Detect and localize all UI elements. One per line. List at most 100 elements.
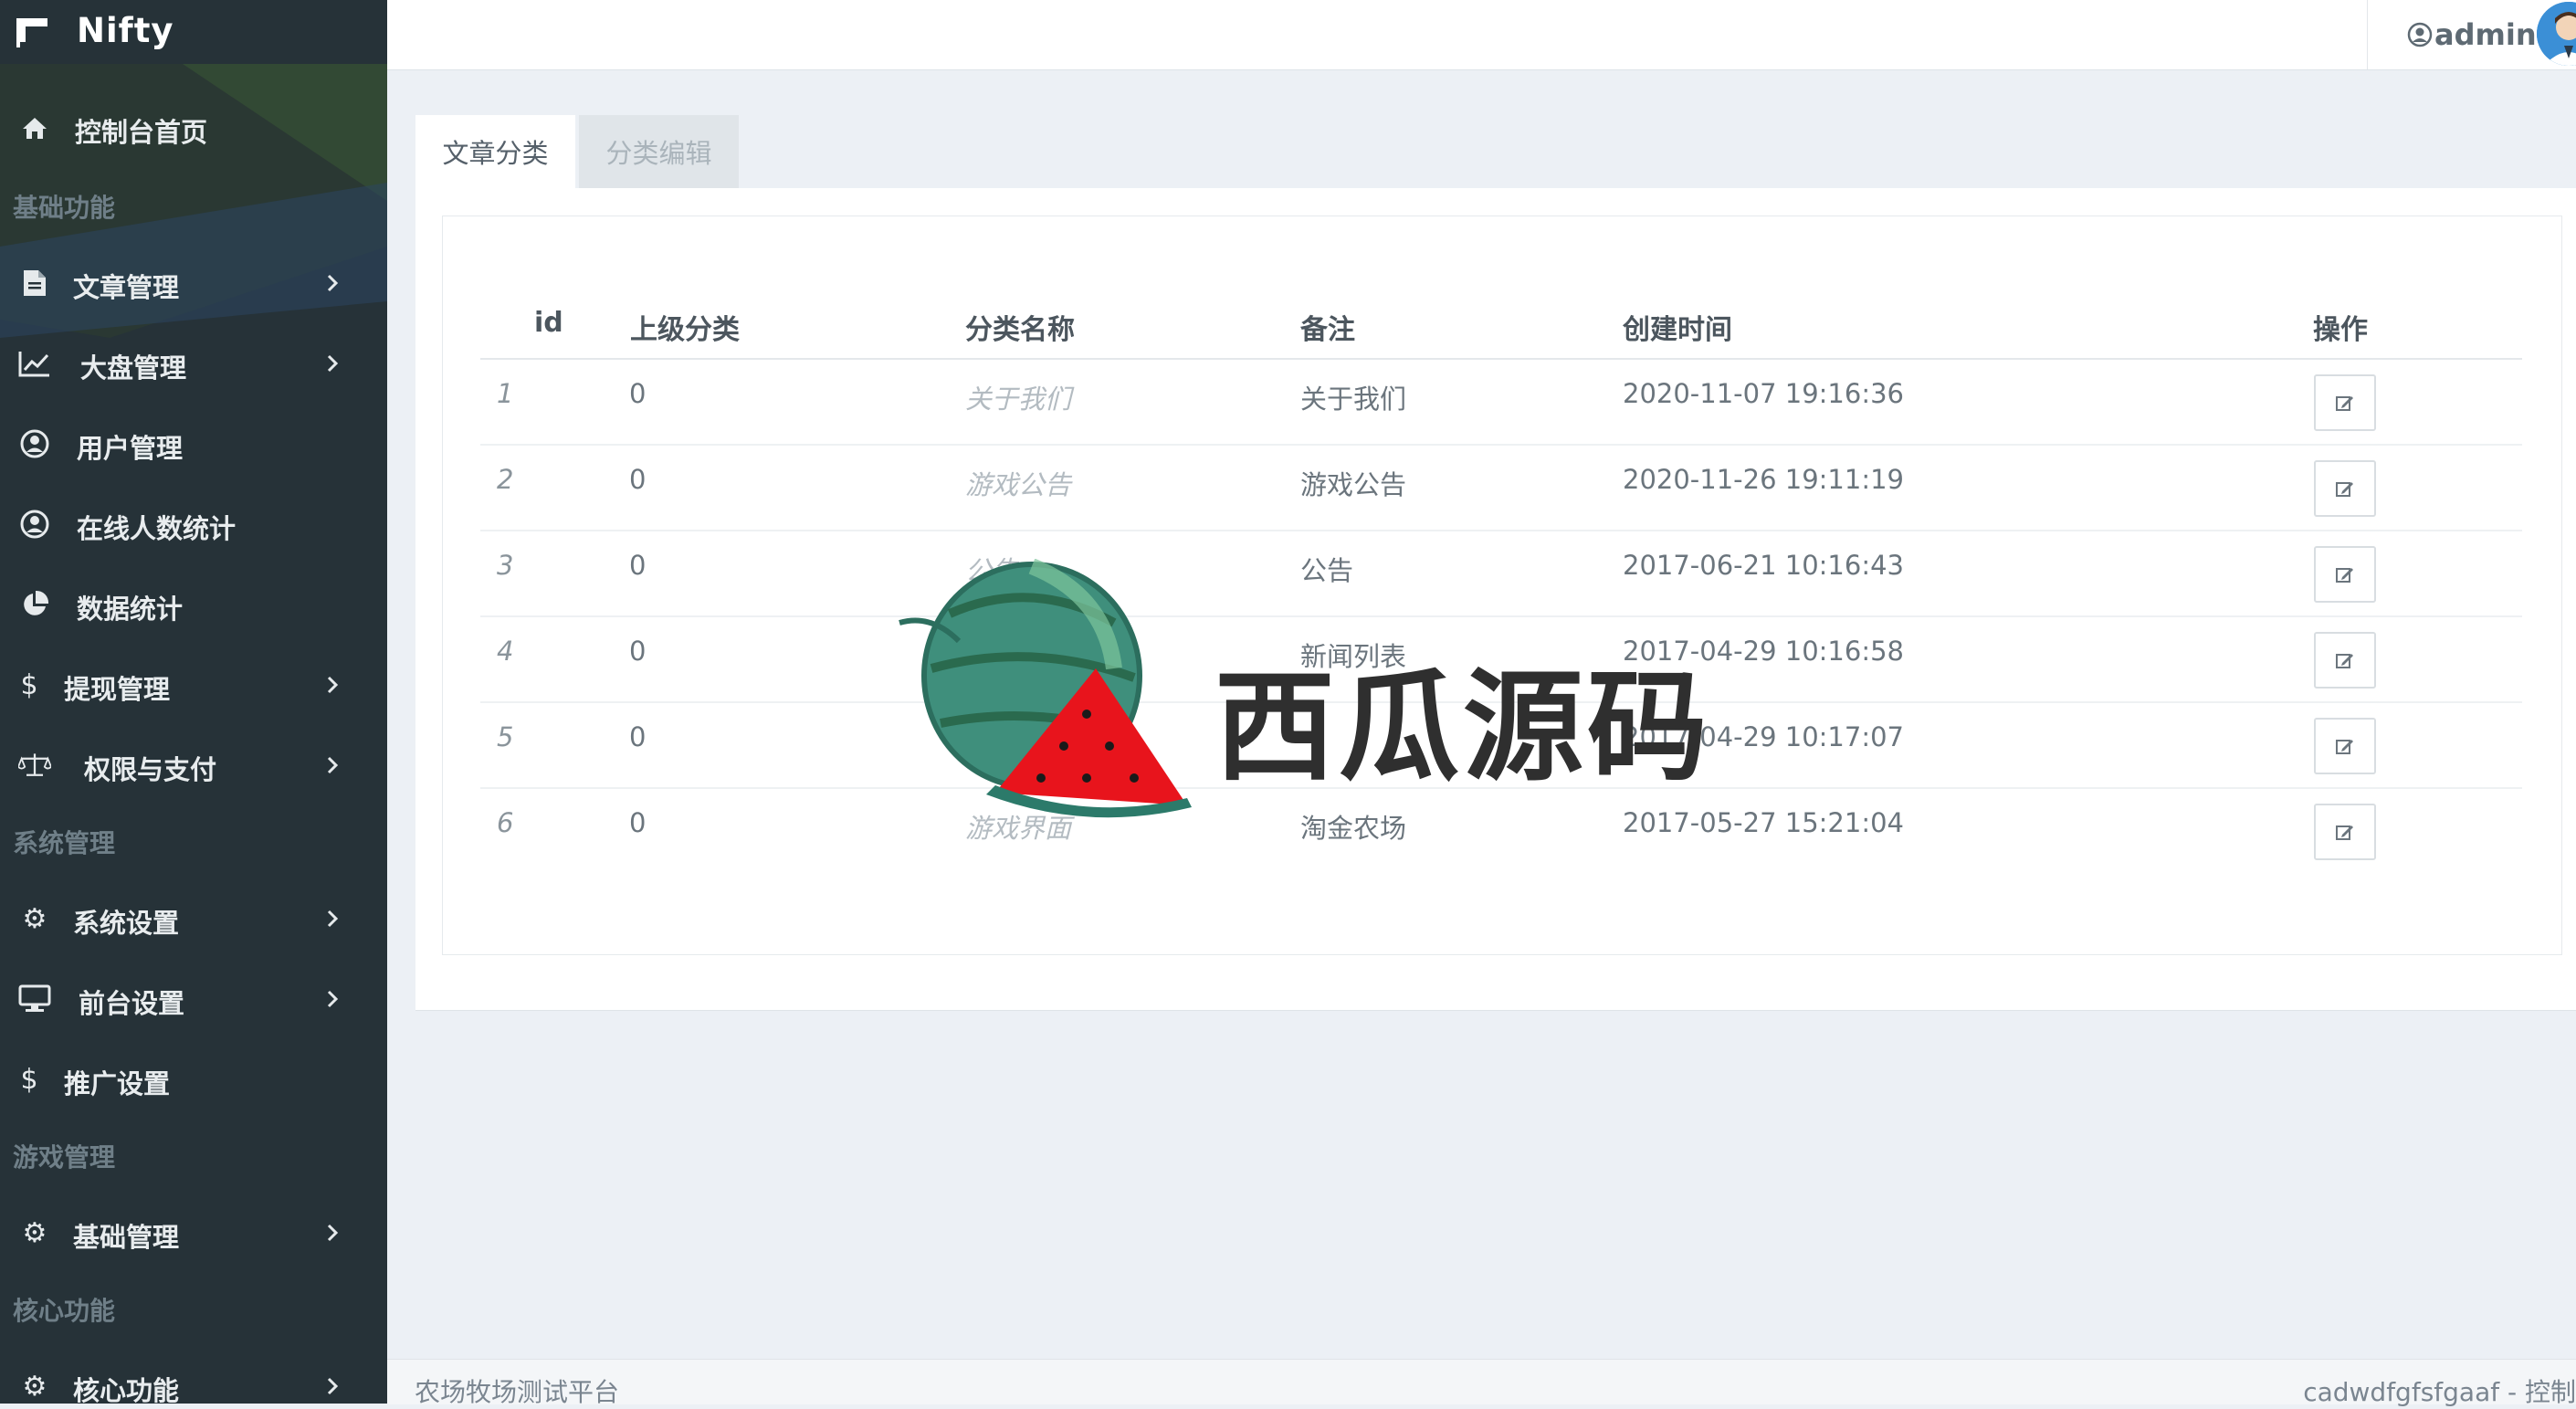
cell-id: 6 bbox=[497, 807, 514, 838]
tab-category-edit[interactable]: 分类编辑 bbox=[579, 115, 739, 188]
column-header-name: 分类名称 bbox=[965, 314, 1075, 346]
sidebar-item-label: 提现管理 bbox=[64, 674, 171, 705]
cell-created: 2020-11-26 19:11:19 bbox=[1623, 464, 1904, 495]
sidebar-item-system-settings[interactable]: ⚙ 系统设置 bbox=[0, 882, 387, 955]
desktop-icon bbox=[18, 983, 51, 1015]
cell-created: 2017-05-27 15:21:04 bbox=[1623, 807, 1904, 838]
gear-icon: ⚙ bbox=[22, 902, 47, 935]
gear-icon: ⚙ bbox=[22, 1216, 47, 1249]
sidebar-item-users[interactable]: 用户管理 bbox=[0, 407, 387, 480]
chart-line-icon bbox=[18, 347, 51, 380]
sidebar-item-articles[interactable]: 文章管理 bbox=[0, 247, 387, 320]
tab-article-categories[interactable]: 文章分类 bbox=[415, 115, 575, 188]
sidebar-item-label: 推广设置 bbox=[64, 1068, 171, 1099]
column-header-id: id bbox=[534, 307, 563, 339]
brand-logo-icon bbox=[16, 18, 47, 47]
sidebar-item-label: 数据统计 bbox=[77, 594, 184, 625]
column-header-parent: 上级分类 bbox=[630, 314, 740, 346]
cell-remark: 关于我们 bbox=[1300, 384, 1407, 415]
chevron-right-icon bbox=[327, 756, 339, 774]
sidebar-section-system: 系统管理 bbox=[13, 828, 116, 858]
user-name: admin bbox=[2434, 17, 2537, 52]
row-divider bbox=[480, 530, 2522, 531]
sidebar-item-online-stats[interactable]: 在线人数统计 bbox=[0, 488, 387, 561]
cell-parent: 0 bbox=[629, 721, 647, 752]
chevron-right-icon bbox=[327, 676, 339, 694]
edit-icon bbox=[2336, 654, 2353, 668]
column-header-created: 创建时间 bbox=[1623, 314, 1732, 346]
column-header-remark: 备注 bbox=[1300, 314, 1355, 346]
brand-name: Nifty bbox=[77, 11, 174, 50]
cell-name: 关于我们 bbox=[965, 384, 1072, 415]
sidebar-item-promotion-settings[interactable]: $ 推广设置 bbox=[0, 1043, 387, 1116]
chevron-right-icon bbox=[327, 1224, 339, 1242]
sidebar-item-label: 核心功能 bbox=[73, 1375, 180, 1404]
sidebar-item-label: 系统设置 bbox=[73, 908, 180, 939]
sidebar-item-label: 前台设置 bbox=[79, 988, 185, 1019]
sidebar-item-label: 在线人数统计 bbox=[77, 513, 237, 544]
sidebar-item-withdraw[interactable]: $ 提现管理 bbox=[0, 648, 387, 721]
cell-parent: 0 bbox=[629, 378, 647, 409]
footer: 农场牧场测试平台 cadwdfgfsfgaaf - 控制 bbox=[387, 1359, 2576, 1407]
column-header-actions: 操作 bbox=[2313, 314, 2368, 346]
cell-parent: 0 bbox=[629, 550, 647, 581]
edit-button[interactable] bbox=[2314, 460, 2376, 517]
tab-label: 分类编辑 bbox=[605, 138, 712, 169]
edit-icon bbox=[2336, 740, 2353, 754]
brand[interactable]: Nifty bbox=[0, 0, 387, 69]
sidebar-item-dashboard[interactable]: 控制台首页 bbox=[0, 91, 387, 164]
sidebar-section-game: 游戏管理 bbox=[13, 1142, 116, 1172]
user-circle-icon bbox=[2407, 22, 2433, 47]
row-divider bbox=[480, 444, 2522, 446]
sidebar-item-data-stats[interactable]: 数据统计 bbox=[0, 568, 387, 641]
watermark-text: 西瓜源码 bbox=[1214, 657, 1711, 798]
sidebar-item-core-functions[interactable]: ⚙ 核心功能 bbox=[0, 1350, 387, 1404]
pie-chart-icon bbox=[18, 588, 51, 621]
cell-id: 5 bbox=[497, 721, 514, 752]
tab-label: 文章分类 bbox=[442, 138, 549, 169]
sidebar-item-permissions-payment[interactable]: 权限与支付 bbox=[0, 729, 387, 802]
sidebar: Nifty 控制台首页 基础功能 文章管理 大盘管理 用户管理 在线人数统计 数… bbox=[0, 0, 387, 1404]
cell-created: 2020-11-07 19:16:36 bbox=[1623, 378, 1904, 409]
top-bar-divider bbox=[2367, 0, 2368, 69]
cell-remark: 公告 bbox=[1300, 555, 1354, 586]
sidebar-item-label: 用户管理 bbox=[77, 433, 184, 464]
edit-button[interactable] bbox=[2314, 546, 2376, 603]
cell-id: 4 bbox=[497, 636, 514, 667]
user-menu[interactable]: admin bbox=[2407, 16, 2537, 53]
dollar-icon: $ bbox=[20, 1063, 38, 1096]
sidebar-item-basic-management[interactable]: ⚙ 基础管理 bbox=[0, 1196, 387, 1269]
edit-icon bbox=[2336, 482, 2353, 497]
footer-copyright: cadwdfgfsfgaaf - 控制 bbox=[2303, 1377, 2576, 1407]
sidebar-item-market[interactable]: 大盘管理 bbox=[0, 327, 387, 400]
cell-parent: 0 bbox=[629, 636, 647, 667]
cell-id: 3 bbox=[497, 550, 514, 581]
cell-parent: 0 bbox=[629, 464, 647, 495]
chevron-right-icon bbox=[327, 274, 339, 292]
cell-parent: 0 bbox=[629, 807, 647, 838]
sidebar-section-core: 核心功能 bbox=[13, 1296, 116, 1326]
chevron-right-icon bbox=[327, 990, 339, 1008]
cell-remark: 淘金农场 bbox=[1300, 813, 1407, 844]
cell-created: 2017-06-21 10:16:43 bbox=[1623, 550, 1904, 581]
sidebar-item-frontend-settings[interactable]: 前台设置 bbox=[0, 962, 387, 1036]
row-divider bbox=[480, 615, 2522, 617]
balance-scale-icon bbox=[18, 749, 51, 782]
edit-icon bbox=[2336, 396, 2353, 411]
sidebar-section-basic: 基础功能 bbox=[13, 193, 116, 223]
chevron-right-icon bbox=[327, 1377, 339, 1395]
user-circle-icon bbox=[18, 508, 51, 541]
file-icon bbox=[18, 267, 51, 300]
chevron-right-icon bbox=[327, 910, 339, 928]
sidebar-item-label: 文章管理 bbox=[73, 272, 180, 303]
cell-name: 游戏公告 bbox=[965, 469, 1072, 500]
edit-button[interactable] bbox=[2314, 718, 2376, 774]
category-table-container bbox=[442, 216, 2562, 955]
edit-button[interactable] bbox=[2314, 374, 2376, 431]
chevron-right-icon bbox=[327, 354, 339, 373]
edit-button[interactable] bbox=[2314, 804, 2376, 860]
cell-remark: 游戏公告 bbox=[1300, 469, 1407, 500]
gear-icon: ⚙ bbox=[22, 1370, 47, 1403]
sidebar-item-label: 大盘管理 bbox=[80, 352, 187, 384]
edit-button[interactable] bbox=[2314, 632, 2376, 689]
